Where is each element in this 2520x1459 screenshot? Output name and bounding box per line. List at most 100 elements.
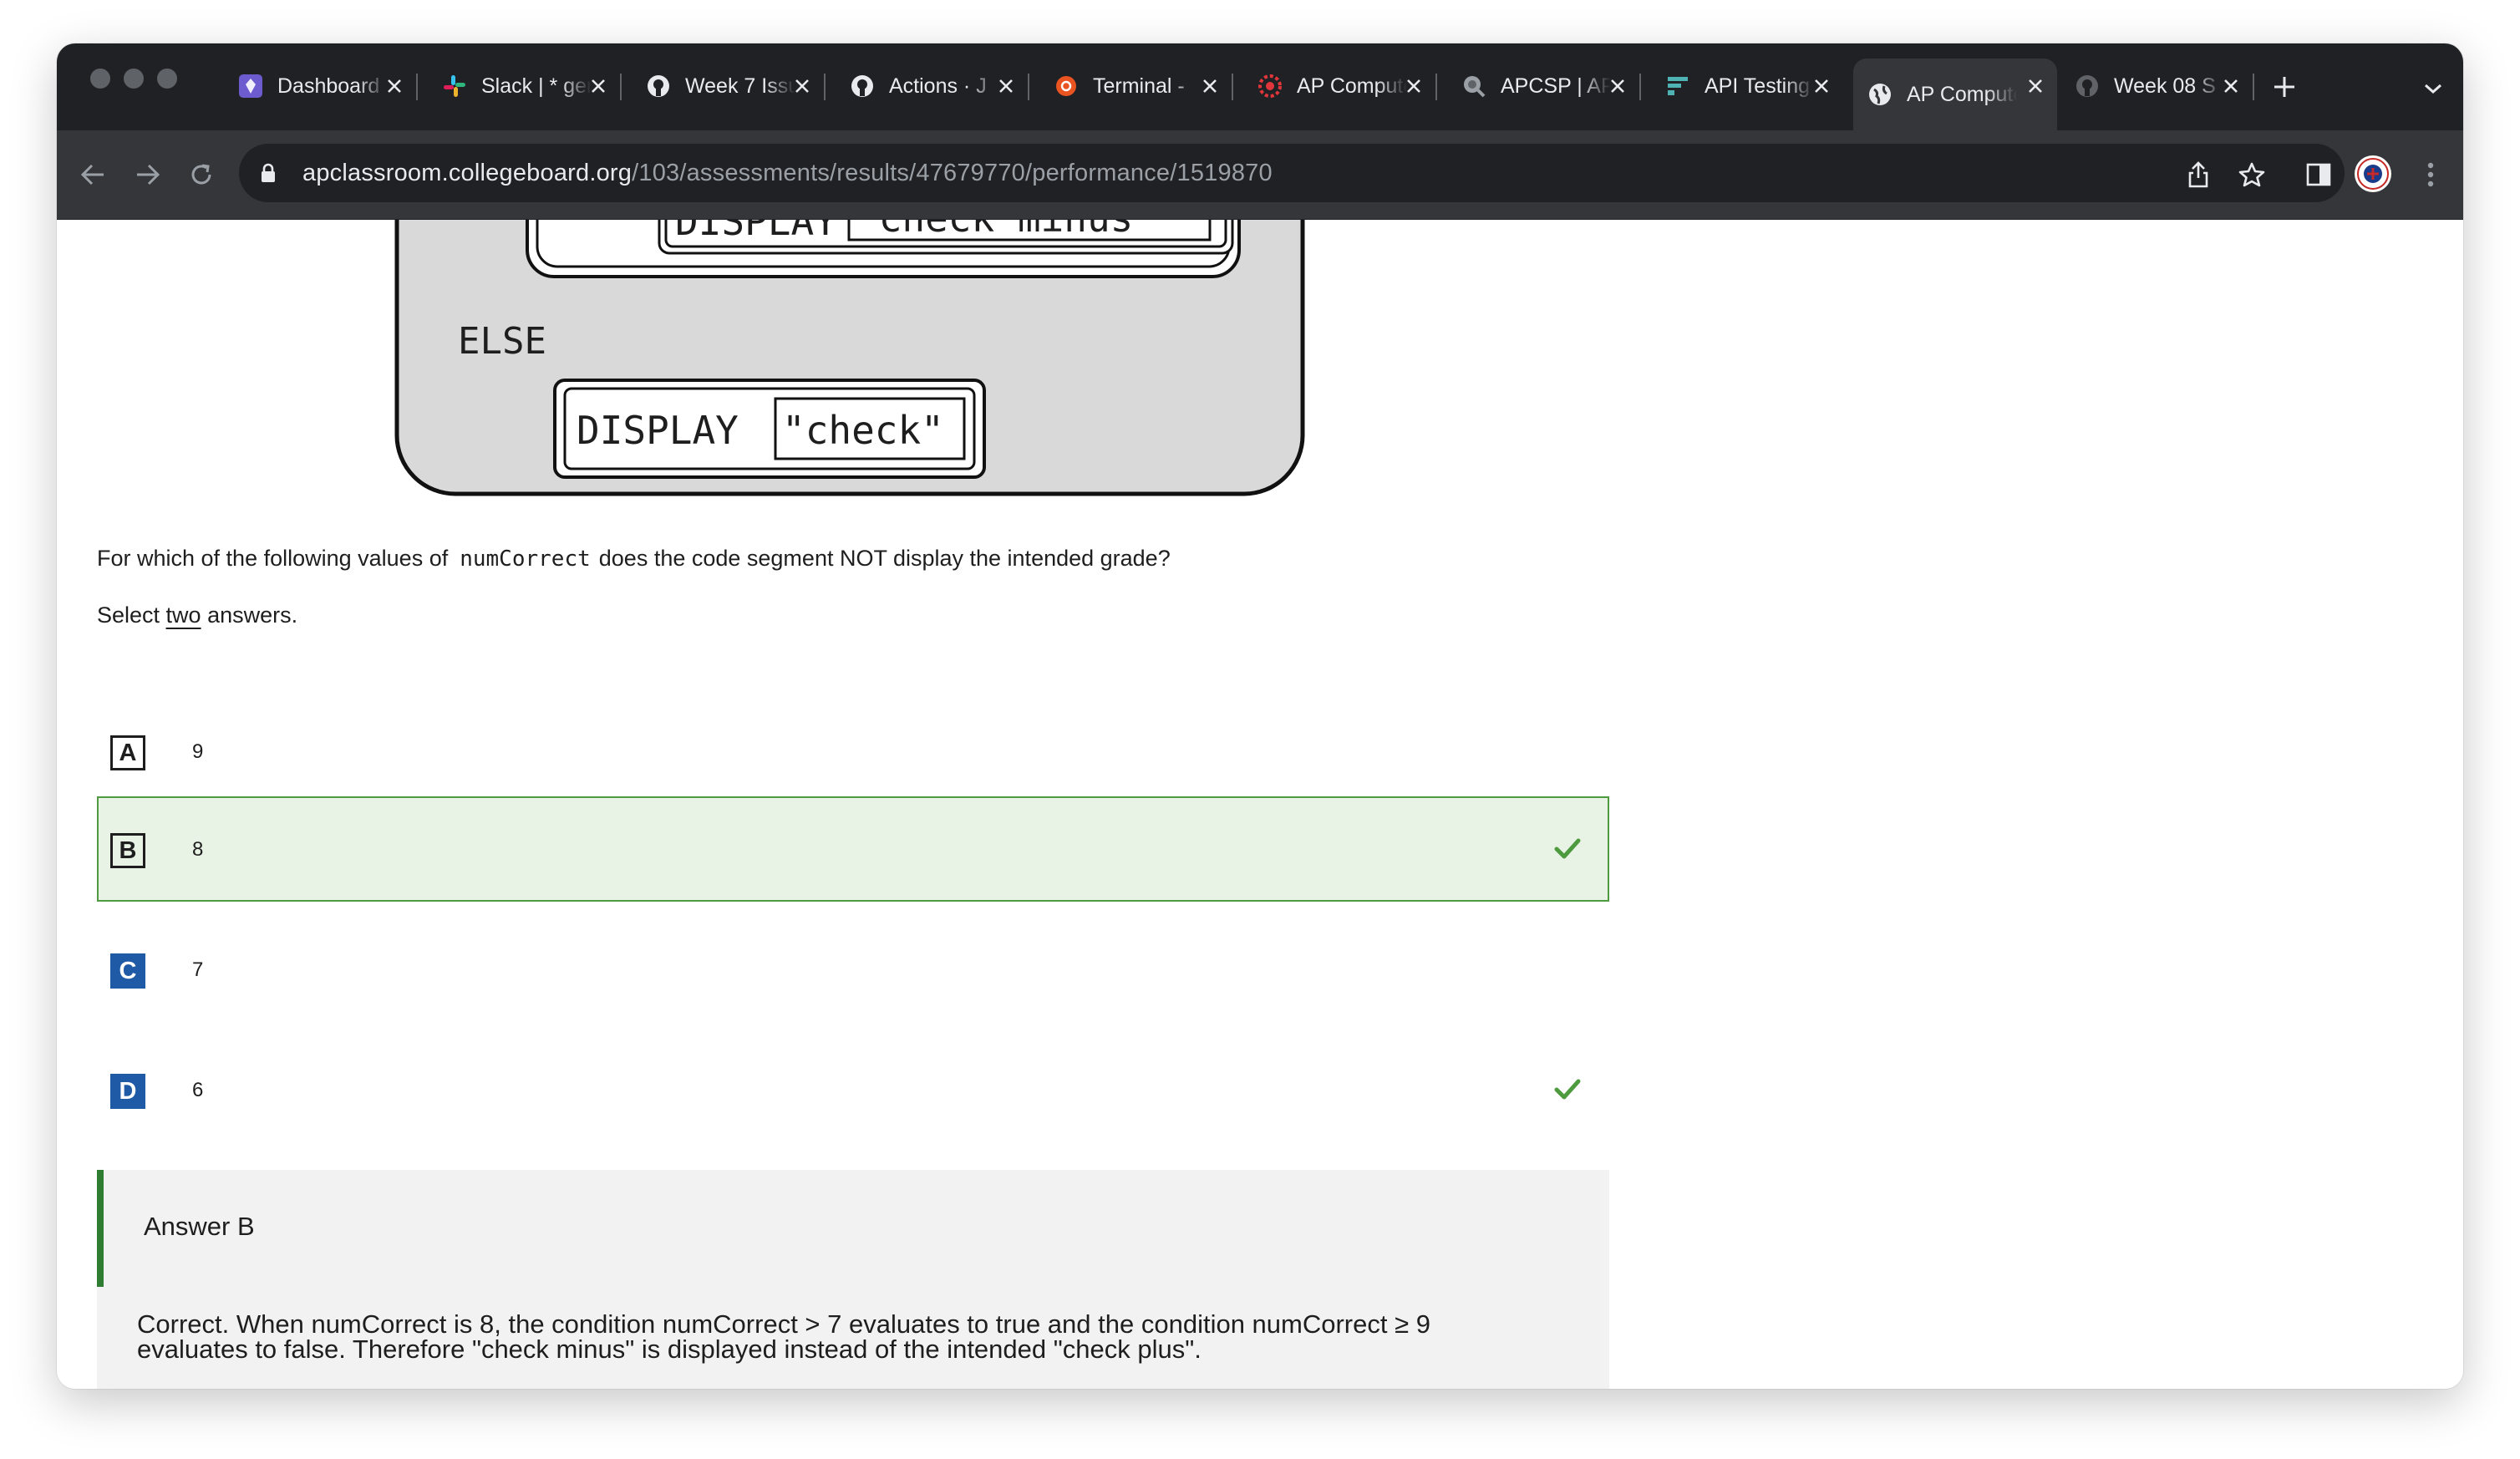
close-tab-icon[interactable] xyxy=(2025,76,2045,96)
explanation-body: Correct. When numCorrect is 8, the condi… xyxy=(137,1309,1557,1364)
choice-value: 7 xyxy=(192,958,204,981)
url-text: apclassroom.collegeboard.org/103/assessm… xyxy=(302,160,1273,187)
tab-terminal[interactable]: Terminal - xyxy=(1039,58,1232,114)
tab-separator xyxy=(1435,74,1437,100)
tab-title: Week 08 S xyxy=(2114,74,2216,98)
tab-title: AP Computer xyxy=(1907,82,2017,106)
window-controls xyxy=(90,69,191,93)
choice-letter-badge: B xyxy=(110,833,145,868)
choice-value: 6 xyxy=(192,1079,204,1101)
tab-separator xyxy=(1639,74,1641,100)
answer-choice-b[interactable]: B 8 xyxy=(97,796,1609,902)
explanation-title: Answer B xyxy=(144,1212,255,1241)
back-arrow-icon[interactable] xyxy=(72,154,114,196)
display-keyword: DISPLAY xyxy=(577,408,739,453)
explanation-accent-bar xyxy=(97,1170,104,1287)
tab-title: APCSP | AP xyxy=(1501,74,1611,98)
else-keyword: ELSE xyxy=(458,320,546,363)
browser-window: Dashboard Slack | * general Week 7 Issue… xyxy=(57,43,2463,1389)
tab-title: AP Computer xyxy=(1297,74,1407,98)
tab-title: Terminal - xyxy=(1093,74,1185,98)
display-text: "check" xyxy=(782,408,944,453)
instruction-text: Select two answers. xyxy=(97,602,297,628)
question-code: numCorrect xyxy=(460,546,591,572)
tab-actions[interactable]: Actions · J xyxy=(836,58,1028,114)
close-tab-icon[interactable] xyxy=(2221,76,2241,96)
answer-choice-d[interactable]: D 6 xyxy=(97,1037,1609,1142)
tab-slack[interactable]: Slack | * general xyxy=(428,58,620,114)
tab-title: Dashboard xyxy=(277,74,380,98)
answer-choice-a[interactable]: A 9 xyxy=(97,699,1609,804)
instruction-pre: Select xyxy=(97,602,166,628)
choice-value: 9 xyxy=(192,740,204,763)
tab-title: Week 7 Issues xyxy=(685,74,795,98)
tab-title: Actions · J xyxy=(889,74,987,98)
forward-arrow-icon[interactable] xyxy=(127,154,169,196)
choice-letter-badge: A xyxy=(110,735,145,770)
github-favicon-icon xyxy=(849,73,876,99)
minimize-window-button[interactable] xyxy=(124,69,144,89)
side-panel-icon[interactable] xyxy=(2298,154,2340,196)
tab-separator xyxy=(2253,74,2254,100)
close-tab-icon[interactable] xyxy=(996,76,1016,96)
question-suffix: does the code segment NOT display the in… xyxy=(598,546,1171,571)
ap-favicon-icon xyxy=(1257,73,1283,99)
lock-icon[interactable] xyxy=(261,160,282,186)
tab-separator xyxy=(1028,74,1029,100)
tab-ap-computer-active[interactable]: AP Computer xyxy=(1853,58,2057,130)
new-tab-plus-icon[interactable] xyxy=(2266,69,2303,105)
tab-title: Slack | * general xyxy=(481,74,592,98)
slack-favicon-icon xyxy=(441,73,468,99)
tab-api-testing[interactable]: API Testing xyxy=(1651,58,1843,114)
globe-favicon-icon xyxy=(1867,81,1893,108)
profile-avatar[interactable] xyxy=(2355,155,2391,192)
tab-week08[interactable]: Week 08 S xyxy=(2060,58,2253,114)
tab-strip: Dashboard Slack | * general Week 7 Issue… xyxy=(57,43,2463,130)
browser-toolbar: apclassroom.collegeboard.org/103/assessm… xyxy=(57,130,2463,220)
ubuntu-favicon-icon xyxy=(1053,73,1080,99)
choice-value: 8 xyxy=(192,838,204,861)
close-tab-icon[interactable] xyxy=(792,76,812,96)
tab-separator xyxy=(824,74,826,100)
tab-separator xyxy=(620,74,622,100)
close-tab-icon[interactable] xyxy=(588,76,608,96)
explanation-line: evaluates to false. Therefore "check min… xyxy=(137,1334,1202,1364)
page-content: DISPLAY "check minus" ELSE DISPLAY "chec… xyxy=(57,220,2463,1389)
answer-explanation-panel: Answer B Correct. When numCorrect is 8, … xyxy=(97,1170,1609,1389)
tab-dashboard[interactable]: Dashboard xyxy=(224,58,416,114)
zoom-window-button[interactable] xyxy=(157,69,177,89)
instruction-emphasis: two xyxy=(165,602,201,628)
close-tab-icon[interactable] xyxy=(1811,76,1832,96)
code-segment-figure: DISPLAY "check minus" ELSE DISPLAY "chec… xyxy=(394,220,1305,496)
address-bar[interactable]: apclassroom.collegeboard.org/103/assessm… xyxy=(239,144,2345,202)
close-tab-icon[interactable] xyxy=(384,76,404,96)
tab-search-chevron-down-icon[interactable] xyxy=(2416,72,2450,105)
github-favicon-icon xyxy=(2074,73,2101,99)
answer-choice-c[interactable]: C 7 xyxy=(97,917,1609,1022)
share-icon[interactable] xyxy=(2177,154,2219,196)
correct-check-icon xyxy=(1554,1079,1581,1100)
tab-separator xyxy=(1232,74,1233,100)
tab-apcsp[interactable]: APCSP | AP xyxy=(1447,58,1639,114)
close-tab-icon[interactable] xyxy=(1608,76,1628,96)
choice-letter-badge: D xyxy=(110,1074,145,1109)
close-window-button[interactable] xyxy=(90,69,110,89)
correct-check-icon xyxy=(1554,838,1581,859)
question-prefix: For which of the following values of xyxy=(97,546,449,571)
github-favicon-icon xyxy=(645,73,672,99)
kebab-menu-icon[interactable] xyxy=(2410,154,2451,196)
close-tab-icon[interactable] xyxy=(1200,76,1220,96)
explanation-line: Correct. When numCorrect is 8, the condi… xyxy=(137,1309,1430,1339)
api-favicon-icon xyxy=(1664,73,1691,99)
url-path: /103/assessments/results/47679770/perfor… xyxy=(632,159,1273,186)
close-tab-icon[interactable] xyxy=(1404,76,1424,96)
inner-display-keyword: DISPLAY xyxy=(675,220,837,244)
bookmark-star-icon[interactable] xyxy=(2231,154,2273,196)
inner-display-text: "check minus" xyxy=(856,220,1156,241)
search-globe-favicon-icon xyxy=(1461,73,1487,99)
instruction-post: answers. xyxy=(201,602,298,628)
reload-icon[interactable] xyxy=(180,154,222,196)
tab-week7-issues[interactable]: Week 7 Issues xyxy=(632,58,824,114)
tab-ap-computer-1[interactable]: AP Computer xyxy=(1243,58,1435,114)
dashboard-favicon-icon xyxy=(237,73,264,99)
